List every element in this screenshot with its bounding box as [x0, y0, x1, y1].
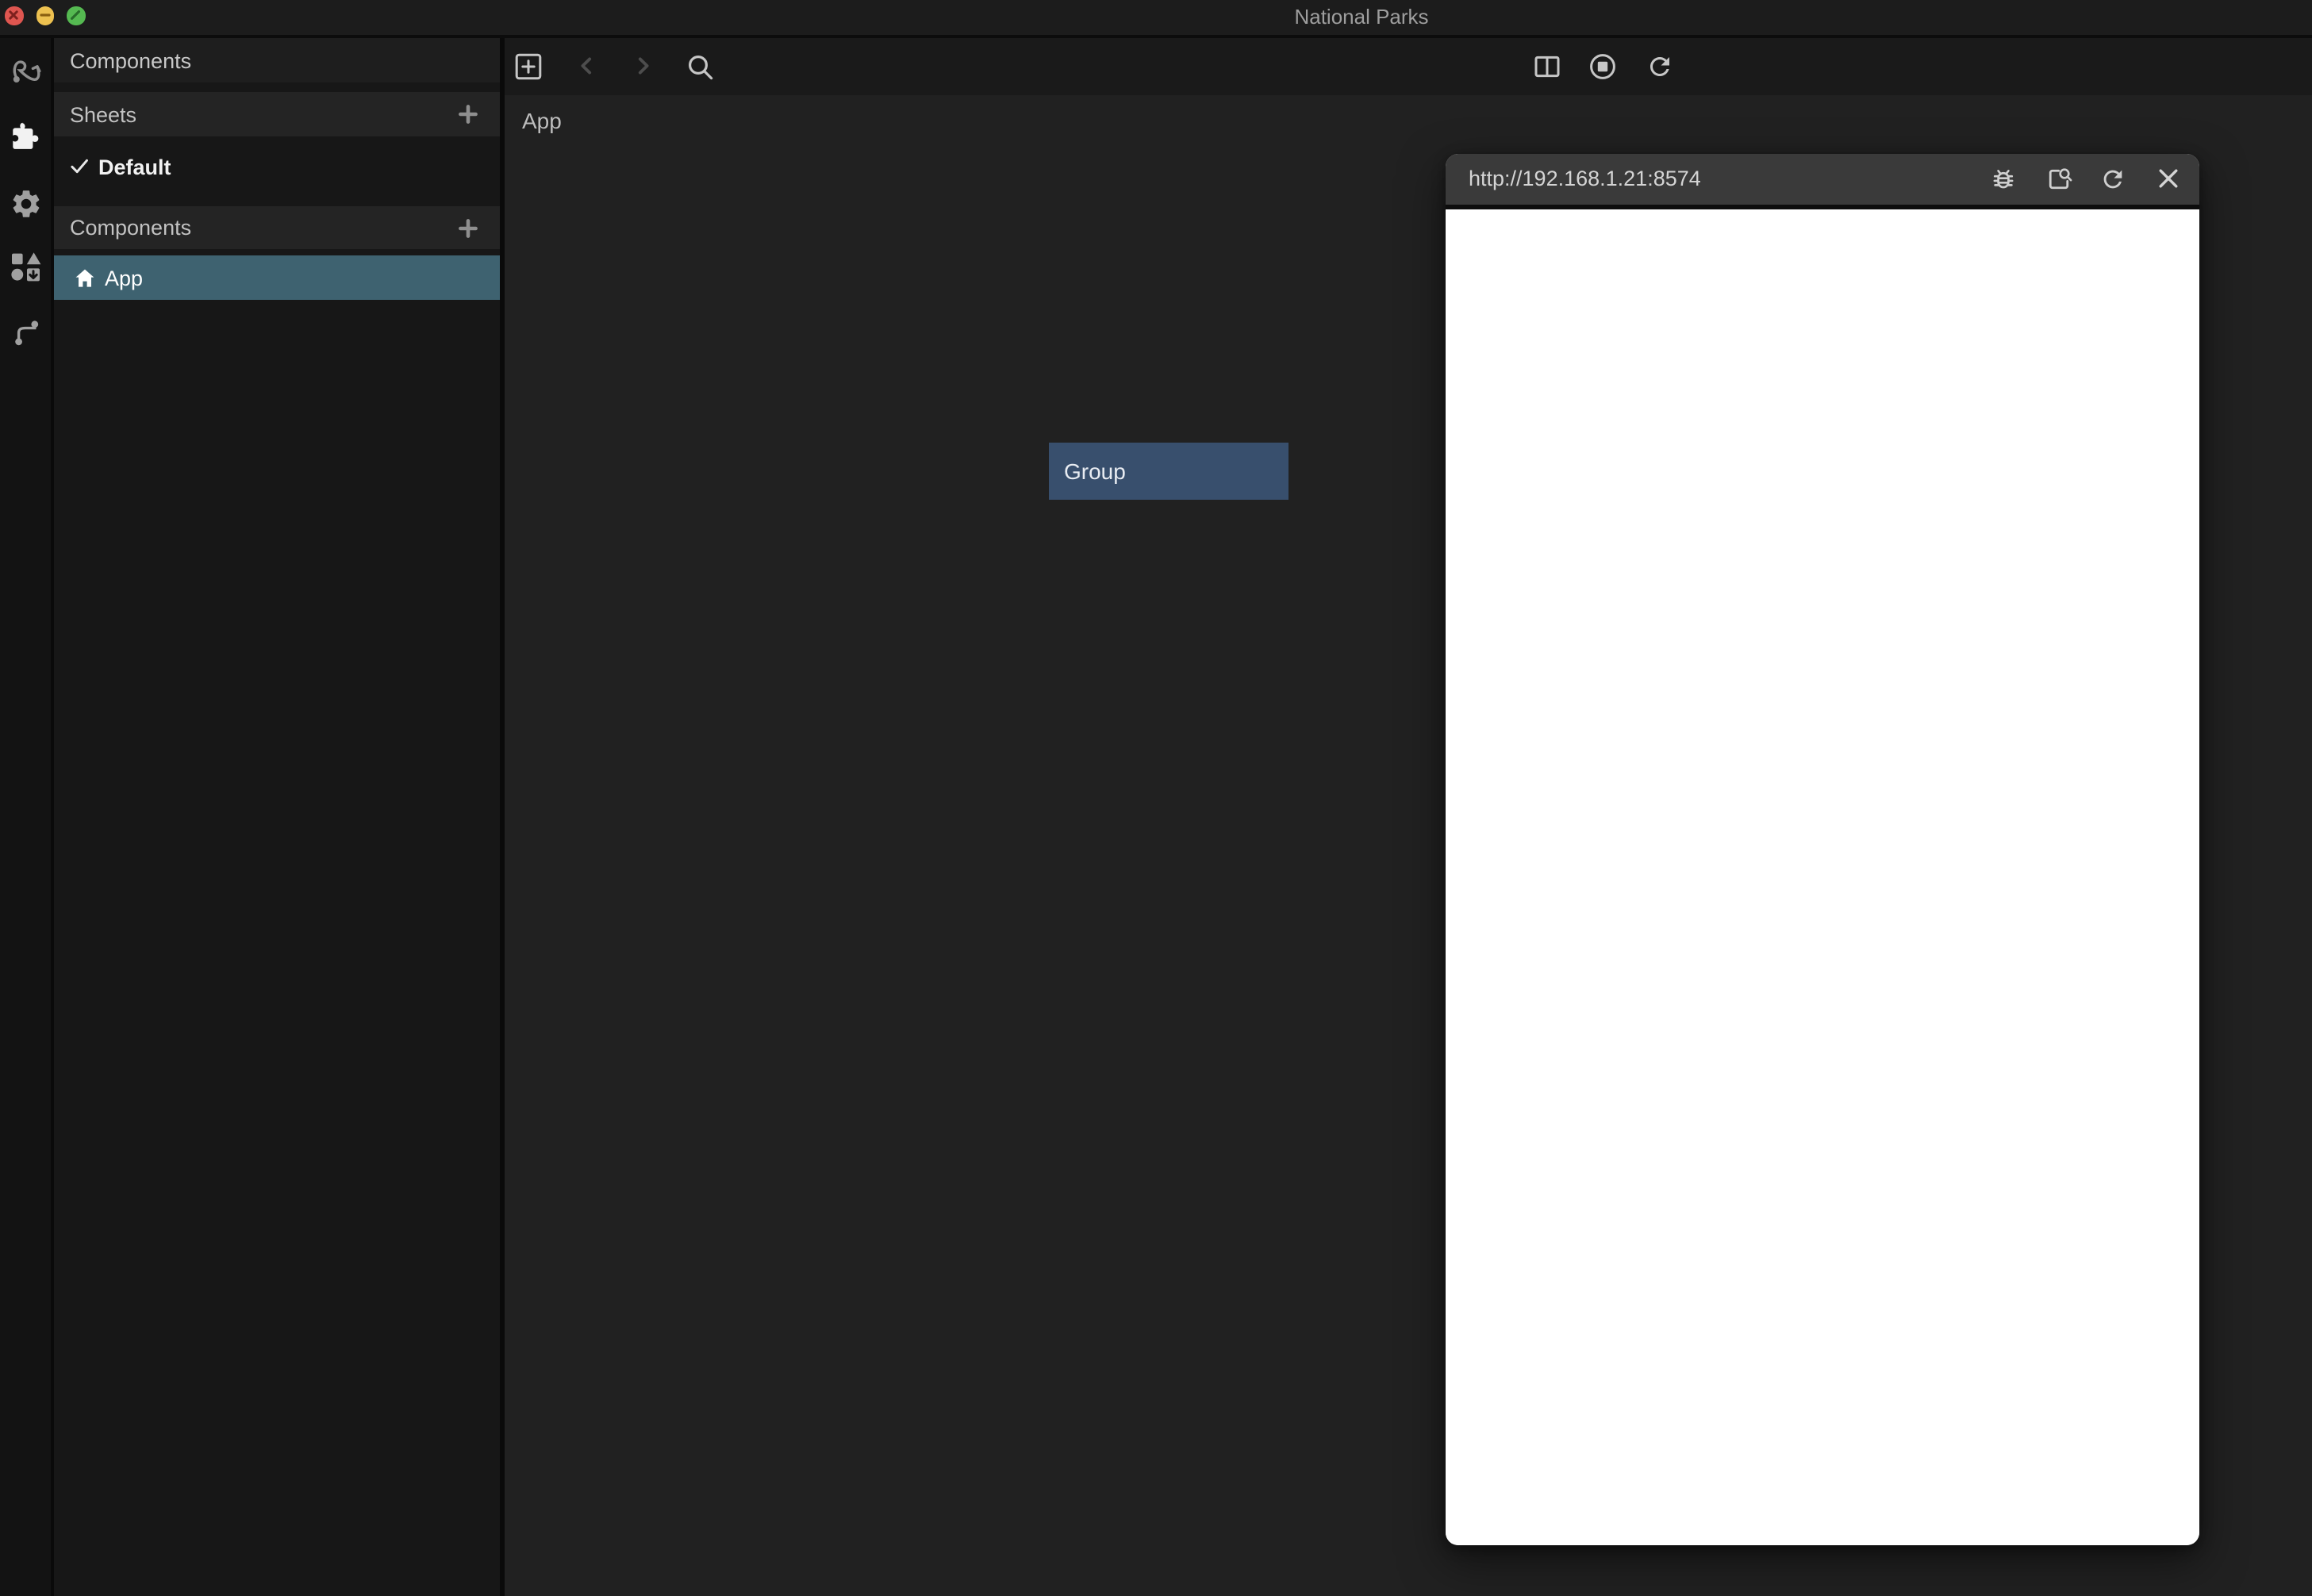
component-item-app[interactable]: App: [54, 255, 500, 300]
inspect-icon: [2045, 165, 2072, 194]
stop-button[interactable]: [1588, 52, 1617, 80]
check-slot: [68, 155, 98, 178]
canvas: App Group http://192.168.1.21:8574: [505, 38, 2312, 1596]
route-icon: [9, 52, 42, 85]
close-icon: [6, 7, 23, 25]
plus-icon: [459, 218, 478, 237]
component-item-label: App: [105, 266, 143, 290]
search-button[interactable]: [686, 52, 714, 81]
breadcrumb[interactable]: App: [522, 102, 562, 141]
debug-icon: [1990, 165, 2017, 194]
history-back-button[interactable]: [571, 52, 600, 81]
close-window-button[interactable]: [5, 6, 23, 25]
chevron-left-icon: [572, 53, 599, 80]
app-window: National Parks: [0, 0, 2312, 1596]
git-branch-icon: [10, 317, 40, 347]
section-label: Components: [70, 216, 459, 240]
preview-url-field[interactable]: http://192.168.1.21:8574: [1469, 153, 1701, 205]
preview-content: [1445, 209, 2199, 1544]
window-title: National Parks: [1294, 0, 1428, 35]
close-icon: [2154, 166, 2181, 193]
debug-button[interactable]: [1990, 166, 2017, 193]
canvas-block-group[interactable]: Group: [1048, 442, 1288, 500]
home-icon: [75, 267, 95, 288]
minimize-icon: [36, 7, 54, 25]
split-view-button[interactable]: [1533, 52, 1561, 80]
split-view-icon: [1533, 52, 1561, 80]
refresh-icon: [1646, 52, 1674, 80]
rail-item-source-control[interactable]: [0, 309, 51, 354]
canvas-block-label: Group: [1064, 458, 1126, 484]
section-header-components[interactable]: Components: [54, 206, 500, 249]
window-controls: [5, 6, 85, 25]
history-forward-button[interactable]: [628, 52, 657, 81]
sidebar: Components Sheets Default Components: [54, 38, 505, 1596]
rail-item-extensions[interactable]: [0, 244, 51, 289]
maximize-icon: [67, 7, 85, 25]
preview-window: http://192.168.1.21:8574: [1445, 153, 2199, 1544]
sidebar-title-label: Components: [70, 48, 191, 72]
title-bar: National Parks: [0, 0, 2312, 38]
preview-close-button[interactable]: [2154, 166, 2181, 193]
stop-icon: [1588, 52, 1617, 80]
breadcrumb-label: App: [522, 108, 562, 133]
rail-item-components[interactable]: [0, 114, 51, 159]
refresh-icon: [2099, 165, 2126, 194]
minimize-window-button[interactable]: [36, 6, 54, 25]
home-slot: [75, 267, 105, 288]
sheet-item-default[interactable]: Default: [54, 143, 500, 190]
plus-icon: [459, 105, 478, 124]
puzzle-icon: [8, 119, 43, 154]
add-frame-icon: [514, 52, 543, 81]
rail-item-route[interactable]: [0, 46, 51, 90]
sheet-item-label: Default: [98, 155, 171, 178]
canvas-toolbar: [505, 38, 2312, 94]
search-icon: [686, 52, 714, 81]
preview-header: http://192.168.1.21:8574: [1445, 153, 2199, 209]
rail-item-settings[interactable]: [0, 181, 51, 225]
preview-reload-button[interactable]: [2099, 166, 2126, 193]
shapes-icon: [10, 251, 41, 282]
gear-icon: [9, 186, 42, 220]
reload-button[interactable]: [1646, 52, 1674, 80]
add-component-button[interactable]: [459, 218, 478, 237]
add-sheet-button[interactable]: [459, 105, 478, 124]
sidebar-title: Components: [54, 38, 500, 82]
preview-toolbar: [1990, 153, 2181, 205]
inspect-button[interactable]: [2045, 166, 2072, 193]
section-label: Sheets: [70, 102, 459, 126]
activity-bar: [0, 38, 54, 1596]
maximize-window-button[interactable]: [67, 6, 85, 25]
chevron-right-icon: [629, 53, 656, 80]
check-icon: [68, 155, 90, 178]
add-frame-button[interactable]: [514, 52, 543, 81]
section-header-sheets[interactable]: Sheets: [54, 92, 500, 136]
